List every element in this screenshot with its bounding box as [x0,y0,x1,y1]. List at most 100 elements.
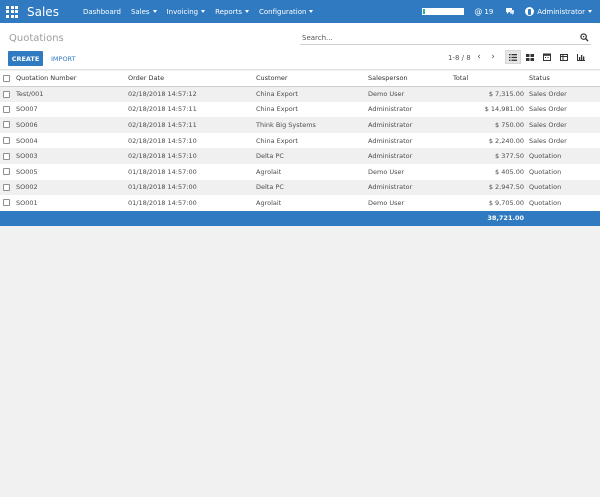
quotation-number: SO004 [16,136,38,145]
menu-item-label: Dashboard [82,7,121,16]
customer: Agrolait [256,198,282,207]
column-header-salesperson[interactable]: Salesperson [368,71,453,86]
import-button[interactable]: IMPORT [51,51,76,66]
total: $ 405.00 [495,167,524,176]
table-row[interactable]: SO005 01/18/2018 14:57:00 Agrolait Demo … [0,163,600,180]
total: $ 377.50 [495,152,524,161]
row-checkbox[interactable] [3,199,10,207]
order-date: 02/18/2018 14:57:12 [128,90,197,99]
search-toggle-icon[interactable] [580,33,589,42]
salesperson: Administrator [368,136,413,145]
table-row[interactable]: SO006 02/18/2018 14:57:11 Think Big Syst… [0,117,600,133]
table-row[interactable]: SO004 02/18/2018 14:57:10 China Export A… [0,132,600,149]
breadcrumb: Quotations [9,33,64,44]
row-checkbox[interactable] [3,121,10,129]
menu-item-reports[interactable]: Reports [215,8,249,16]
quotation-number: SO005 [16,167,38,176]
graph-view-icon[interactable] [573,50,589,64]
order-date: 02/18/2018 14:57:10 [128,152,197,161]
order-date: 01/18/2018 14:57:00 [128,198,197,207]
column-header-total[interactable]: Total [453,71,524,86]
order-date: 02/18/2018 14:57:11 [128,105,197,114]
customer: China Export [256,90,298,99]
status: Quotation [529,152,562,161]
create-button[interactable]: CREATE [8,51,43,66]
quotation-number: SO001 [16,198,38,207]
column-header-number[interactable]: Quotation Number [16,71,128,86]
caret-down-icon [244,10,249,13]
status: Sales Order [529,105,567,114]
navbar-right: @ 19 Administrator [422,0,600,23]
salesperson: Administrator [368,152,413,161]
table-row[interactable]: Test/001 02/18/2018 14:57:12 China Expor… [0,86,600,102]
progress-bar[interactable] [422,8,465,15]
menu-item-configuration[interactable]: Configuration [259,8,314,16]
column-header-customer[interactable]: Customer [256,71,368,86]
table-header-row: Quotation Number Order Date Customer Sal… [0,71,600,86]
pager-previous-icon[interactable]: ‹ [474,52,484,62]
quotation-number: SO006 [16,120,38,129]
pager-value[interactable]: 1-8 / 8 [448,54,471,62]
menu-item-label: Invoicing [166,7,199,16]
status: Quotation [529,167,562,176]
menu-item-dashboard[interactable]: Dashboard [83,8,121,16]
table-row[interactable]: SO001 01/18/2018 14:57:00 Agrolait Demo … [0,195,600,211]
status: Quotation [529,198,562,207]
notification-count: 19 [484,7,494,16]
kanban-view-icon[interactable] [522,50,538,64]
customer: Delta PC [256,152,284,161]
column-header-status[interactable]: Status [524,71,600,86]
row-checkbox[interactable] [3,183,10,191]
caret-down-icon [588,10,592,13]
menu-item-sales[interactable]: Sales [131,8,157,16]
progress-accent [423,9,426,14]
customer: Delta PC [256,183,284,192]
search-input[interactable] [302,32,572,44]
total: $ 9,705.00 [488,198,524,207]
user-menu[interactable]: Administrator [537,8,592,16]
row-checkbox[interactable] [3,152,10,160]
salesperson: Administrator [368,120,413,129]
menu-item-label: Sales [130,7,150,16]
column-header-order-date[interactable]: Order Date [128,71,256,86]
status: Sales Order [529,90,567,99]
control-panel: Quotations CREATE IMPORT 1-8 / 8 ‹ › [0,23,600,70]
calendar-view-icon[interactable] [539,50,555,64]
caret-down-icon [309,10,314,13]
salesperson: Demo User [368,198,405,207]
table-footer-row: 38,721.00 [0,210,600,226]
pager-next-icon[interactable]: › [488,52,498,62]
quotation-number: SO003 [16,152,38,161]
user-name-label: Administrator [537,7,585,16]
mention-icon[interactable]: @ [474,7,482,16]
order-date: 02/18/2018 14:57:11 [128,120,197,129]
select-all-cell [0,71,16,86]
table-row[interactable]: SO003 02/18/2018 14:57:10 Delta PC Admin… [0,148,600,164]
select-all-checkbox[interactable] [3,74,10,82]
total: $ 2,947.50 [488,183,524,192]
pivot-view-icon[interactable] [556,50,572,64]
row-checkbox[interactable] [3,137,10,145]
user-avatar-icon [525,7,535,16]
customer: Think Big Systems [256,120,316,129]
table-row[interactable]: SO007 02/18/2018 14:57:11 China Export A… [0,101,600,118]
apps-menu-icon[interactable] [5,5,19,19]
order-date: 02/18/2018 14:57:10 [128,136,197,145]
row-checkbox[interactable] [3,90,10,98]
salesperson: Administrator [368,105,413,114]
row-checkbox[interactable] [3,105,10,113]
chat-icon[interactable] [505,7,515,17]
order-date: 01/18/2018 14:57:00 [128,183,197,192]
top-navbar: Sales Dashboard Sales Invoicing Reports … [0,0,600,23]
footer-total: 38,721.00 [487,214,524,223]
quotation-number: Test/001 [16,90,44,99]
quotation-number: SO002 [16,183,38,192]
list-view-icon[interactable] [505,50,521,64]
status: Quotation [529,183,562,192]
menu-item-invoicing[interactable]: Invoicing [167,8,206,16]
row-checkbox[interactable] [3,168,10,176]
total: $ 2,240.00 [488,136,524,145]
table-row[interactable]: SO002 01/18/2018 14:57:00 Delta PC Admin… [0,179,600,196]
caret-down-icon [152,10,157,13]
total: $ 7,315.00 [488,90,524,99]
